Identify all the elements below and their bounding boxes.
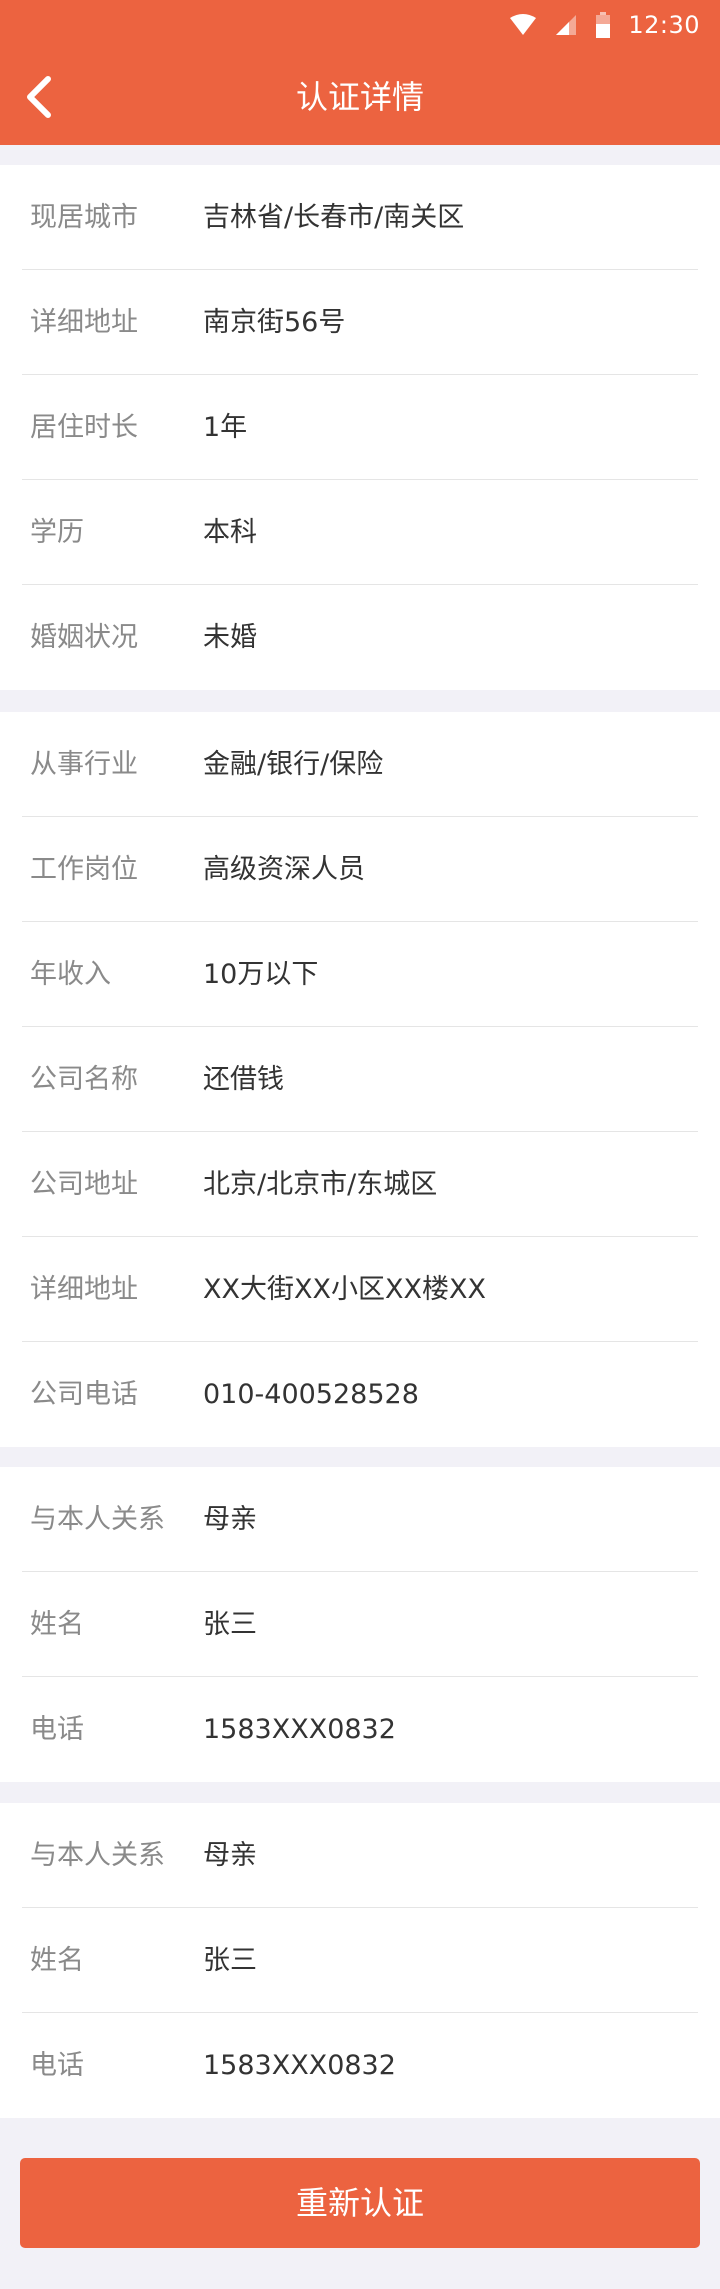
list-item: 居住时长 1年 [0,375,720,480]
list-item: 与本人关系 母亲 [0,1467,720,1572]
field-value: 未婚 [203,622,257,653]
list-item: 年收入 10万以下 [0,922,720,1027]
field-label: 姓名 [30,1945,84,1976]
field-label: 年收入 [30,959,111,990]
status-icons: 12:30 [510,9,700,41]
status-bar: 12:30 [0,0,720,50]
field-label: 详细地址 [30,307,138,338]
field-value: 母亲 [203,1504,257,1535]
work-section: 从事行业 金融/银行/保险 工作岗位 高级资深人员 年收入 10万以下 公司名称… [0,712,720,1447]
battery-icon [596,12,611,38]
page-title: 认证详情 [295,78,424,116]
field-value: 本科 [203,517,257,548]
field-value: 北京/北京市/东城区 [203,1169,438,1200]
field-value: 还借钱 [203,1064,284,1095]
field-label: 电话 [30,2050,84,2081]
field-value: 南京街56号 [203,307,346,338]
wifi-icon [510,14,537,36]
field-value: 高级资深人员 [203,854,365,885]
field-value: 张三 [203,1609,257,1640]
field-label: 姓名 [30,1609,84,1640]
list-item: 详细地址 南京街56号 [0,270,720,375]
field-label: 电话 [30,1714,84,1745]
field-label: 详细地址 [30,1274,138,1305]
field-label: 工作岗位 [30,854,138,885]
field-value: 10万以下 [203,959,319,990]
field-value: 金融/银行/保险 [203,749,384,780]
field-value: 1583XXX0832 [203,1714,396,1745]
contact-section-1: 与本人关系 母亲 姓名 张三 电话 1583XXX0832 [0,1467,720,1782]
list-item: 详细地址 XX大街XX小区XX楼XX [0,1237,720,1342]
field-label: 婚姻状况 [30,622,138,653]
list-item: 现居城市 吉林省/长春市/南关区 [0,165,720,270]
list-item: 婚姻状况 未婚 [0,585,720,690]
field-value: 010-400528528 [203,1379,419,1410]
app-header: 12:30 认证详情 [0,0,720,145]
list-item: 与本人关系 母亲 [0,1803,720,1908]
list-item: 公司电话 010-400528528 [0,1342,720,1447]
list-item: 公司地址 北京/北京市/东城区 [0,1132,720,1237]
field-label: 与本人关系 [30,1504,165,1535]
field-value: 1年 [203,412,248,443]
field-label: 与本人关系 [30,1840,165,1871]
field-label: 居住时长 [30,412,138,443]
list-item: 学历 本科 [0,480,720,585]
field-value: 吉林省/长春市/南关区 [203,202,465,233]
back-button[interactable] [10,68,68,126]
list-item: 从事行业 金融/银行/保险 [0,712,720,817]
list-item: 工作岗位 高级资深人员 [0,817,720,922]
residence-section: 现居城市 吉林省/长春市/南关区 详细地址 南京街56号 居住时长 1年 学历 … [0,165,720,690]
field-value: 1583XXX0832 [203,2050,396,2081]
list-item: 姓名 张三 [0,1572,720,1677]
list-item: 姓名 张三 [0,1908,720,2013]
field-label: 从事行业 [30,749,138,780]
field-label: 公司电话 [30,1379,138,1410]
list-item: 电话 1583XXX0832 [0,1677,720,1782]
signal-icon [554,13,578,37]
field-value: 张三 [203,1945,257,1976]
field-label: 现居城市 [30,202,138,233]
contact-section-2: 与本人关系 母亲 姓名 张三 电话 1583XXX0832 [0,1803,720,2118]
reverify-button[interactable]: 重新认证 [20,2158,700,2248]
status-time: 12:30 [628,11,700,39]
field-value: XX大街XX小区XX楼XX [203,1274,486,1305]
chevron-left-icon [27,76,51,118]
field-value: 母亲 [203,1840,257,1871]
navbar: 认证详情 [0,50,720,145]
list-item: 电话 1583XXX0832 [0,2013,720,2118]
list-item: 公司名称 还借钱 [0,1027,720,1132]
field-label: 公司地址 [30,1169,138,1200]
field-label: 学历 [30,517,84,548]
field-label: 公司名称 [30,1064,138,1095]
